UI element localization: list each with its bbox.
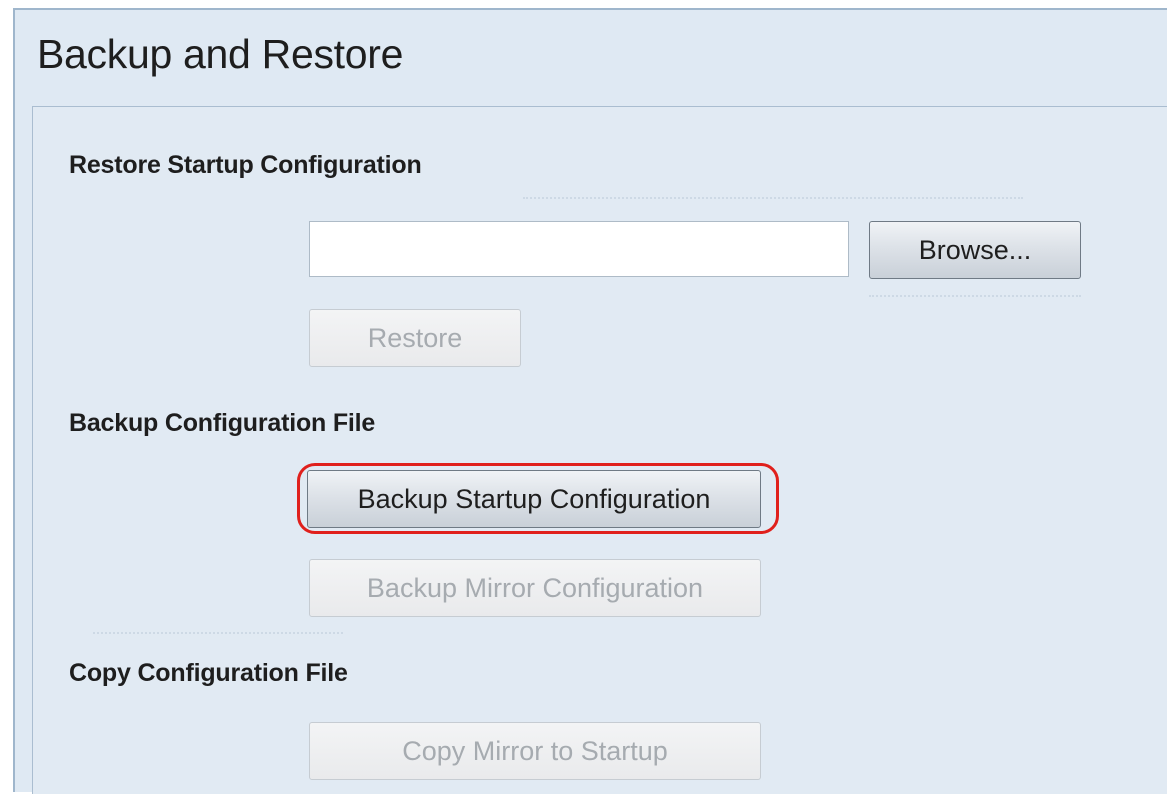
backup-restore-window: Backup and Restore Restore Startup Confi…	[13, 8, 1167, 794]
backup-mirror-configuration-button[interactable]: Backup Mirror Configuration	[309, 559, 761, 617]
page-title: Backup and Restore	[37, 31, 404, 77]
copy-section-heading: Copy Configuration File	[69, 659, 348, 687]
section-divider	[93, 632, 343, 634]
highlight-annotation	[297, 463, 779, 534]
section-divider	[869, 295, 1081, 297]
restore-button[interactable]: Restore	[309, 309, 521, 367]
backup-section-heading: Backup Configuration File	[69, 409, 376, 437]
file-path-input[interactable]	[309, 221, 849, 277]
content-panel: Restore Startup Configuration Browse... …	[32, 106, 1167, 794]
section-divider	[523, 197, 1023, 199]
restore-section-heading: Restore Startup Configuration	[69, 151, 422, 179]
copy-mirror-to-startup-button[interactable]: Copy Mirror to Startup	[309, 722, 761, 780]
browse-button[interactable]: Browse...	[869, 221, 1081, 279]
